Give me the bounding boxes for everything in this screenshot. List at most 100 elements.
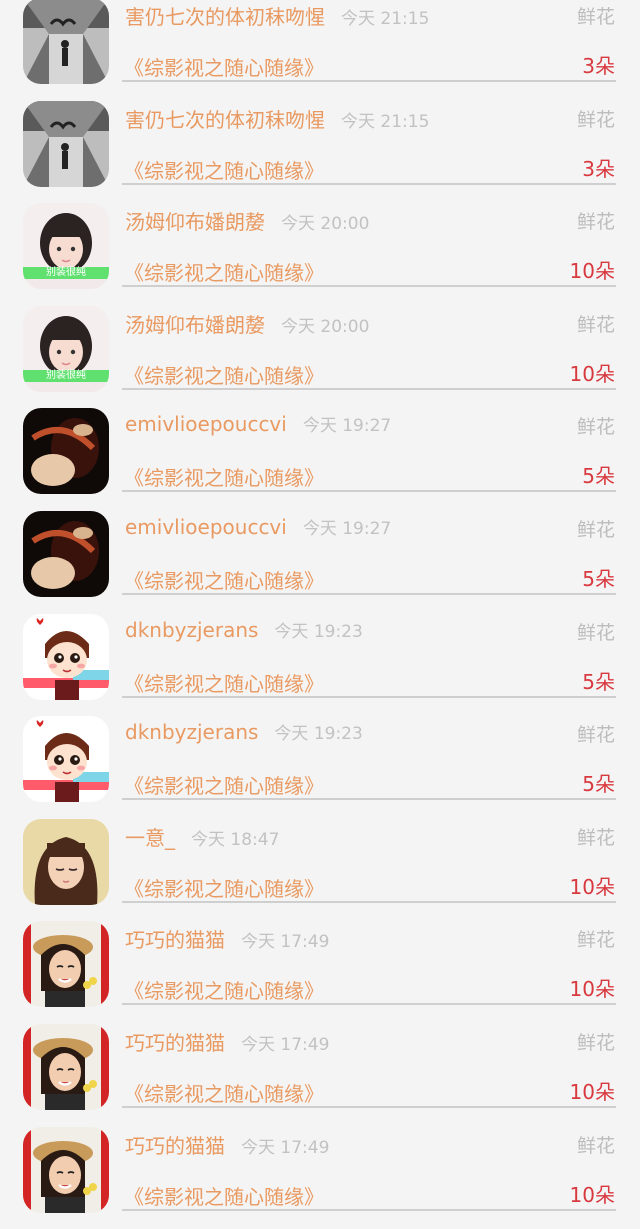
divider: [122, 285, 616, 288]
book-title[interactable]: 《综影视之随心随缘》: [124, 52, 324, 81]
user-name[interactable]: 害仍七次的体初秣吻惺: [125, 5, 325, 29]
timestamp: 今天 17:49: [241, 1137, 330, 1158]
timestamp: 今天 20:00: [281, 214, 370, 235]
avatar-image: [23, 716, 109, 803]
avatar[interactable]: [23, 716, 109, 803]
divider: [122, 80, 616, 82]
book-title[interactable]: 《综影视之随心随缘》: [124, 1078, 324, 1107]
user-name[interactable]: 巧巧的猫猫: [125, 928, 225, 952]
divider: [122, 593, 616, 595]
gift-quantity: 5朵: [582, 464, 615, 489]
avatar[interactable]: [23, 1126, 109, 1213]
list-item[interactable]: 别装很纯 汤姆仰布嬏朗嫠 今天 20:00 鲜花 《综影视之随心随缘》 10朵: [0, 203, 640, 306]
user-name[interactable]: 巧巧的猫猫: [125, 1031, 225, 1055]
gift-type-label: 鲜花: [576, 519, 615, 541]
gift-quantity: 3朵: [582, 156, 615, 181]
user-name[interactable]: 巧巧的猫猫: [125, 1134, 225, 1158]
divider: [122, 1208, 616, 1211]
book-title[interactable]: 《综影视之随心随缘》: [124, 873, 324, 902]
avatar[interactable]: [23, 100, 109, 187]
list-item[interactable]: dknbyzjerans 今天 19:23 鲜花 《综影视之随心随缘》 5朵: [0, 613, 640, 717]
avatar[interactable]: [23, 818, 109, 905]
avatar[interactable]: [23, 0, 109, 84]
book-title[interactable]: 《综影视之随心随缘》: [124, 1181, 324, 1210]
gift-type-label: 鲜花: [576, 6, 615, 28]
divider: [122, 490, 616, 493]
timestamp: 今天 19:27: [302, 519, 392, 539]
list-item[interactable]: 巧巧的猫猫 今天 17:49 鲜花 《综影视之随心随缘》 10朵: [0, 921, 640, 1024]
divider: [122, 182, 616, 185]
book-title[interactable]: 《综影视之随心随缘》: [124, 462, 324, 491]
gift-quantity: 10朵: [569, 977, 615, 1002]
avatar[interactable]: [23, 511, 109, 597]
avatar-image: [23, 100, 109, 187]
list-item[interactable]: 一意_ 今天 18:47 鲜花 《综影视之随心随缘》 10朵: [0, 818, 640, 922]
timestamp: 今天 19:23: [274, 724, 363, 745]
timestamp: 今天 19:27: [302, 416, 392, 437]
divider: [122, 695, 616, 698]
user-name[interactable]: 汤姆仰布嬏朗嫠: [125, 210, 265, 234]
avatar-caption: 别装很纯: [46, 369, 86, 381]
gift-quantity: 10朵: [569, 361, 615, 386]
gift-type-label: 鲜花: [576, 929, 615, 952]
gift-type-label: 鲜花: [576, 416, 615, 439]
avatar[interactable]: [23, 408, 109, 495]
gift-quantity: 3朵: [582, 54, 615, 78]
divider: [122, 900, 616, 903]
timestamp: 今天 17:49: [241, 1035, 330, 1055]
list-item[interactable]: 害仍七次的体初秣吻惺 今天 21:15 鲜花 《综影视之随心随缘》 3朵: [0, 0, 640, 101]
avatar-image: [23, 613, 109, 700]
gift-type-label: 鲜花: [576, 621, 615, 644]
list-item[interactable]: 巧巧的猫猫 今天 17:49 鲜花 《综影视之随心随缘》 10朵: [0, 1024, 640, 1127]
book-title[interactable]: 《综影视之随心随缘》: [124, 565, 324, 594]
list-item[interactable]: emivlioepouccvi 今天 19:27 鲜花 《综影视之随心随缘》 5朵: [0, 511, 640, 614]
user-name[interactable]: emivlioepouccvi: [125, 412, 287, 436]
timestamp: 今天 19:23: [274, 621, 363, 642]
user-name[interactable]: 一意_: [125, 826, 175, 850]
gift-type-label: 鲜花: [576, 108, 615, 131]
user-name[interactable]: 汤姆仰布嬏朗嫠: [125, 313, 265, 337]
list-item[interactable]: dknbyzjerans 今天 19:23 鲜花 《综影视之随心随缘》 5朵: [0, 716, 640, 819]
list-item[interactable]: emivlioepouccvi 今天 19:27 鲜花 《综影视之随心随缘》 5朵: [0, 408, 640, 511]
avatar[interactable]: 别装很纯: [23, 203, 109, 290]
timestamp: 今天 21:15: [341, 9, 430, 29]
timestamp: 今天 18:47: [191, 829, 280, 850]
avatar-image: [23, 1024, 109, 1110]
avatar-image: [23, 511, 109, 597]
list-item[interactable]: 害仍七次的体初秣吻惺 今天 21:15 鲜花 《综影视之随心随缘》 3朵: [0, 100, 640, 204]
book-title[interactable]: 《综影视之随心随缘》: [124, 770, 324, 799]
list-item[interactable]: 别装很纯 汤姆仰布嬏朗嫠 今天 20:00 鲜花 《综影视之随心随缘》 10朵: [0, 305, 640, 409]
book-title[interactable]: 《综影视之随心随缘》: [124, 975, 324, 1004]
book-title[interactable]: 《综影视之随心随缘》: [124, 668, 324, 697]
avatar[interactable]: [23, 921, 109, 1008]
avatar-image: [23, 921, 109, 1008]
avatar-image: [23, 0, 109, 84]
avatar-image: [23, 408, 109, 495]
book-title[interactable]: 《综影视之随心随缘》: [124, 257, 324, 286]
gift-record-list: 害仍七次的体初秣吻惺 今天 21:15 鲜花 《综影视之随心随缘》 3朵 害仍七次…: [0, 0, 640, 1213]
divider: [122, 798, 616, 801]
timestamp: 今天 17:49: [241, 932, 330, 953]
user-name[interactable]: dknbyzjerans: [125, 618, 258, 642]
gift-type-label: 鲜花: [576, 724, 615, 747]
user-name[interactable]: dknbyzjerans: [125, 720, 258, 744]
book-title[interactable]: 《综影视之随心随缘》: [124, 155, 324, 184]
avatar[interactable]: [23, 1024, 109, 1110]
avatar[interactable]: 别装很纯: [23, 305, 109, 392]
gift-quantity: 10朵: [569, 259, 615, 284]
avatar-caption: 别装很纯: [46, 267, 86, 279]
user-name[interactable]: emivlioepouccvi: [125, 515, 287, 539]
divider: [122, 1003, 616, 1006]
gift-type-label: 鲜花: [576, 313, 615, 336]
avatar[interactable]: [23, 613, 109, 700]
gift-quantity: 10朵: [569, 1080, 615, 1104]
book-title[interactable]: 《综影视之随心随缘》: [124, 360, 324, 389]
divider: [122, 1106, 616, 1108]
list-item[interactable]: 巧巧的猫猫 今天 17:49 鲜花 《综影视之随心随缘》 10朵: [0, 1126, 640, 1229]
user-name[interactable]: 害仍七次的体初秣吻惺: [125, 108, 325, 132]
gift-quantity: 5朵: [582, 772, 615, 797]
gift-type-label: 鲜花: [576, 211, 615, 234]
divider: [122, 387, 616, 390]
timestamp: 今天 21:15: [341, 111, 430, 132]
gift-type-label: 鲜花: [576, 1134, 615, 1157]
